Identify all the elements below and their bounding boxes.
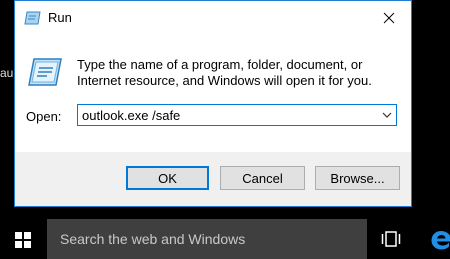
browse-button[interactable]: Browse... — [315, 166, 400, 190]
dialog-titlebar[interactable]: Run — [15, 1, 411, 35]
ok-button[interactable]: OK — [126, 166, 209, 190]
start-button[interactable] — [0, 219, 47, 259]
dialog-content: Type the name of a program, folder, docu… — [15, 35, 411, 152]
edge-browser-button[interactable] — [424, 219, 450, 259]
run-dialog: Run Type the name of a program, folder, … — [14, 0, 412, 207]
edge-icon — [431, 231, 450, 250]
task-view-button[interactable] — [376, 219, 408, 259]
chevron-down-icon[interactable] — [380, 108, 394, 122]
windows-logo-icon — [15, 232, 31, 248]
run-icon — [24, 11, 41, 25]
close-icon — [383, 12, 395, 24]
dialog-title: Run — [48, 10, 72, 25]
taskbar: Search the web and Windows — [0, 219, 450, 259]
run-program-icon — [27, 57, 63, 87]
background-partial-text: au — [0, 66, 14, 80]
search-placeholder: Search the web and Windows — [60, 231, 246, 247]
cancel-button[interactable]: Cancel — [220, 166, 305, 190]
dialog-description: Type the name of a program, folder, docu… — [77, 57, 372, 88]
open-input[interactable] — [78, 105, 372, 125]
open-combobox[interactable] — [77, 104, 397, 126]
open-label: Open: — [26, 109, 62, 124]
task-view-icon — [381, 231, 401, 247]
close-button[interactable] — [367, 1, 411, 35]
taskbar-search-box[interactable]: Search the web and Windows — [47, 219, 367, 259]
